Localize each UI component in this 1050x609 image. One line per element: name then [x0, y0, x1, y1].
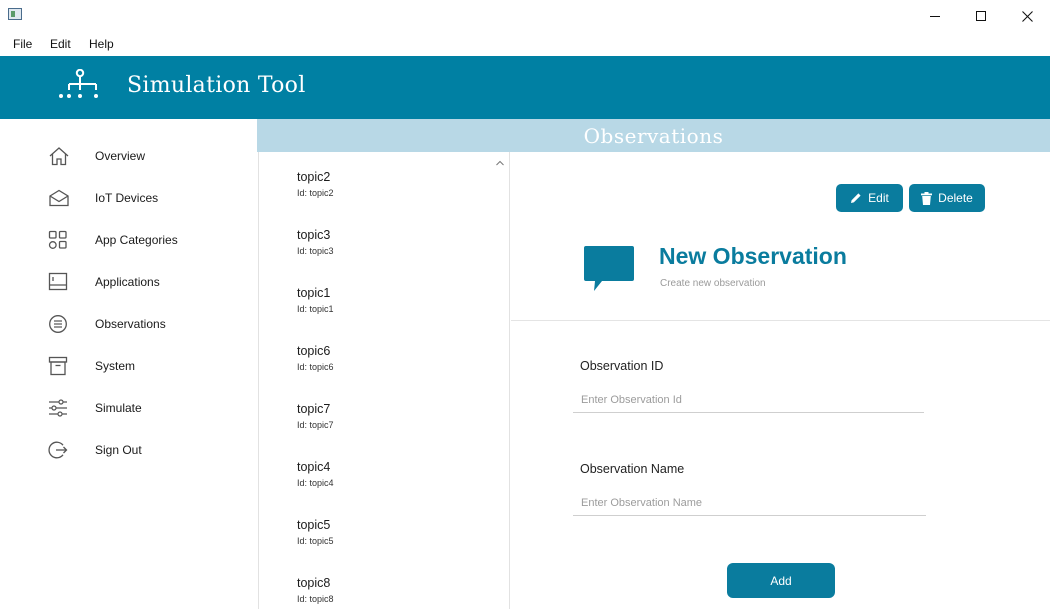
sidebar-item-label: Applications [95, 275, 160, 289]
sidebar-item-simulate[interactable]: Simulate [48, 393, 248, 423]
topic-name: topic1 [297, 286, 331, 300]
close-icon [1021, 10, 1033, 22]
observation-name-label: Observation Name [580, 462, 685, 476]
list-item[interactable]: topic3 Id: topic3 [297, 228, 497, 256]
edit-button-label: Edit [868, 191, 889, 205]
sidebar-item-label: IoT Devices [95, 191, 159, 205]
sign-out-icon [48, 439, 74, 461]
list-item[interactable]: topic6 Id: topic6 [297, 344, 497, 372]
window-titlebar [0, 0, 1050, 32]
list-item[interactable]: topic4 Id: topic4 [297, 460, 497, 488]
scroll-up-arrow-icon[interactable] [495, 154, 505, 166]
menu-file[interactable]: File [13, 37, 32, 51]
maximize-button[interactable] [958, 0, 1004, 32]
observation-subtitle: Create new observation [660, 278, 766, 289]
list-item[interactable]: topic1 Id: topic1 [297, 286, 497, 314]
grid-icon [48, 229, 74, 251]
observation-title: New Observation [659, 243, 847, 269]
topic-name: topic4 [297, 460, 331, 474]
chat-bubble-icon [583, 245, 635, 298]
observation-detail-panel: Edit Delete New Observation Create new o… [511, 152, 1050, 609]
sidebar-item-label: Observations [95, 317, 166, 331]
app-icon [8, 8, 22, 20]
divider [511, 320, 1050, 321]
observation-id-label: Observation ID [580, 359, 664, 373]
menu-bar: File Edit Help [0, 32, 1050, 56]
observation-id-input[interactable] [573, 387, 924, 413]
list-item[interactable]: topic2 Id: topic2 [297, 170, 497, 198]
topic-id: Id: topic2 [297, 188, 334, 198]
list-item[interactable]: topic7 Id: topic7 [297, 402, 497, 430]
minimize-button[interactable] [912, 0, 958, 32]
topic-id: Id: topic3 [297, 246, 334, 256]
topic-name: topic2 [297, 170, 331, 184]
minimize-icon [929, 15, 940, 17]
trash-icon [921, 191, 933, 205]
topic-id: Id: topic5 [297, 536, 334, 546]
home-icon [48, 145, 74, 167]
sidebar-item-iot-devices[interactable]: IoT Devices [48, 183, 248, 213]
sidebar-item-label: Overview [95, 149, 146, 163]
sidebar: Overview IoT Devices App Categories Appl… [0, 119, 257, 609]
topic-id: Id: topic7 [297, 420, 334, 430]
envelope-icon [48, 187, 74, 209]
sidebar-item-app-categories[interactable]: App Categories [48, 225, 248, 255]
window-icon [48, 271, 74, 293]
topic-name: topic7 [297, 402, 331, 416]
topic-id: Id: topic4 [297, 478, 334, 488]
sidebar-item-label: Sign Out [95, 443, 142, 457]
observation-name-input[interactable] [573, 490, 926, 516]
app-header: Simulation Tool [0, 56, 1050, 119]
delete-button[interactable]: Delete [909, 184, 985, 212]
sidebar-item-label: System [95, 359, 136, 373]
archive-icon [48, 355, 74, 377]
topic-id: Id: topic6 [297, 362, 334, 372]
sidebar-item-label: Simulate [95, 401, 142, 415]
topic-name: topic3 [297, 228, 331, 242]
app-title: Simulation Tool [127, 73, 306, 98]
topic-id: Id: topic1 [297, 304, 334, 314]
topic-name: topic6 [297, 344, 331, 358]
sidebar-item-observations[interactable]: Observations [48, 309, 248, 339]
menu-edit[interactable]: Edit [50, 37, 71, 51]
section-banner: Observations [257, 119, 1050, 152]
section-title: Observations [583, 123, 724, 148]
topic-name: topic5 [297, 518, 331, 532]
pencil-icon [850, 192, 862, 204]
sidebar-item-sign-out[interactable]: Sign Out [48, 435, 248, 465]
network-tree-icon [56, 68, 104, 106]
sidebar-item-overview[interactable]: Overview [48, 141, 248, 171]
add-button[interactable]: Add [727, 563, 835, 598]
topic-list[interactable]: topic2 Id: topic2 topic3 Id: topic3 topi… [258, 152, 510, 609]
close-button[interactable] [1004, 0, 1050, 32]
maximize-icon [975, 10, 986, 21]
sidebar-item-label: App Categories [95, 233, 178, 247]
list-item[interactable]: topic8 Id: topic8 [297, 576, 497, 604]
list-item[interactable]: topic5 Id: topic5 [297, 518, 497, 546]
delete-button-label: Delete [938, 191, 973, 205]
topic-id: Id: topic8 [297, 594, 334, 604]
list-circle-icon [48, 313, 74, 335]
sidebar-item-system[interactable]: System [48, 351, 248, 381]
sidebar-item-applications[interactable]: Applications [48, 267, 248, 297]
sliders-icon [48, 397, 74, 419]
topic-name: topic8 [297, 576, 331, 590]
menu-help[interactable]: Help [89, 37, 114, 51]
edit-button[interactable]: Edit [836, 184, 903, 212]
